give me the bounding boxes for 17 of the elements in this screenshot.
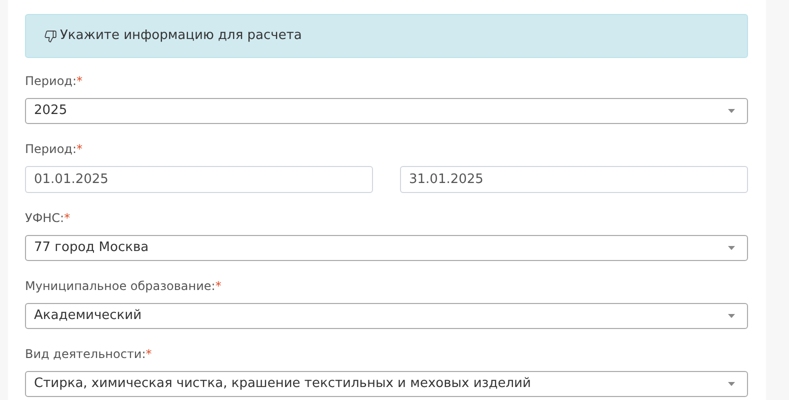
caret-icon [728, 314, 735, 318]
alert-text: Укажите информацию для расчета [60, 27, 302, 46]
field-label: Муниципальное образование:* [25, 278, 222, 294]
date-field[interactable]: 01.01.2025 [25, 166, 373, 193]
caret-icon [728, 246, 735, 250]
select-field[interactable]: 2025 [25, 98, 748, 124]
date-field[interactable]: 31.01.2025 [400, 166, 748, 193]
caret-icon [728, 382, 735, 386]
select-field[interactable]: Академический [25, 303, 748, 329]
caret-icon [728, 109, 735, 113]
hand-icon [44, 30, 57, 42]
field-label: УФНС:* [25, 210, 72, 226]
select-field[interactable]: 77 город Москва [25, 235, 748, 261]
field-label: Период:* [25, 141, 84, 157]
select-field[interactable]: Стирка, химическая чистка, крашение текстильных и меховых изделий [25, 371, 748, 397]
field-label: Период:* [25, 73, 84, 89]
field-label: Вид деятельности:* [25, 346, 153, 362]
